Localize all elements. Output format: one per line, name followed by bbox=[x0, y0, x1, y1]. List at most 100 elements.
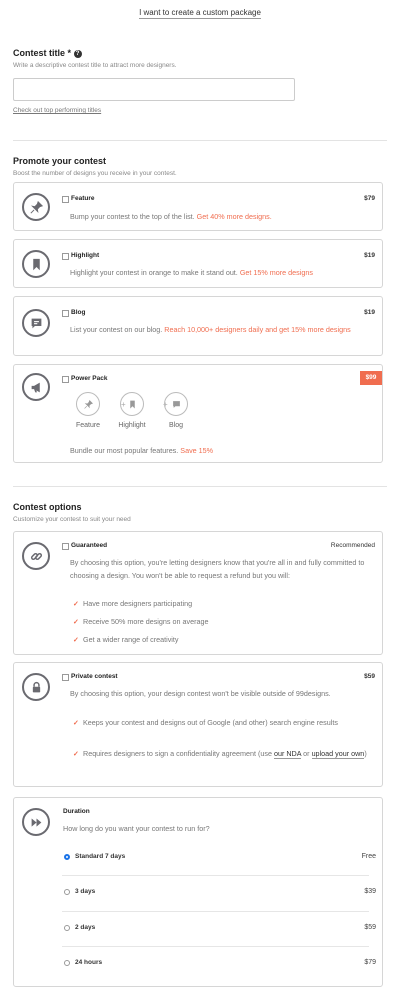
nda-link[interactable]: our NDA bbox=[273, 749, 302, 759]
pin-icon bbox=[76, 392, 100, 416]
power-pack-blog-label: Blog bbox=[168, 422, 183, 429]
private-check-1: ✓ Keeps your contest and designs out of G… bbox=[73, 718, 338, 727]
custom-package-link-text[interactable]: I want to create a custom package bbox=[139, 8, 261, 19]
private-contest-card[interactable]: Private contest $59 By choosing this opt… bbox=[13, 662, 383, 787]
megaphone-icon bbox=[22, 373, 50, 401]
guaranteed-card[interactable]: Guaranteed Recommended By choosing this … bbox=[13, 531, 383, 655]
blog-card[interactable]: Blog $19 List your contest on our blog. … bbox=[13, 296, 383, 356]
duration-title: Duration bbox=[63, 808, 90, 815]
feature-highlight: Get 40% more designs. bbox=[196, 212, 272, 221]
guaranteed-check-3: ✓ Get a wider range of creativity bbox=[73, 635, 179, 644]
duration-price-3days: $39 bbox=[364, 888, 376, 895]
power-pack-blog: Blog bbox=[154, 392, 198, 429]
guaranteed-check-1: ✓ Have more designers participating bbox=[73, 599, 193, 608]
promote-heading: Promote your contest bbox=[13, 156, 107, 166]
contest-title-helper: Write a descriptive contest title to att… bbox=[13, 62, 177, 69]
duration-radio-24hours[interactable] bbox=[64, 960, 70, 966]
power-pack-highlight: Save 15% bbox=[180, 446, 214, 455]
feature-price: $79 bbox=[364, 195, 375, 202]
highlight-desc: Highlight your contest in orange to make… bbox=[70, 266, 370, 279]
duration-label-2days: 2 days bbox=[75, 924, 96, 931]
bookmark-icon bbox=[22, 250, 50, 278]
duration-card: Duration How long do you want your conte… bbox=[13, 797, 383, 987]
options-subheading: Customize your contest to suit your need bbox=[13, 516, 131, 523]
guaranteed-check-1-text: Have more designers participating bbox=[83, 599, 193, 608]
private-check-2-close: ) bbox=[364, 749, 367, 758]
fast-forward-icon bbox=[22, 808, 50, 836]
link-icon bbox=[22, 542, 50, 570]
private-contest-price: $59 bbox=[364, 673, 375, 680]
power-pack-feature-label: Feature bbox=[75, 422, 101, 429]
guaranteed-desc: By choosing this option, you're letting … bbox=[70, 558, 365, 580]
power-pack-desc-text: Bundle our most popular features. bbox=[70, 446, 179, 455]
chat-icon bbox=[164, 392, 188, 416]
top-titles-link[interactable]: Check out top performing titles bbox=[13, 107, 101, 114]
duration-divider bbox=[62, 911, 369, 912]
private-check-2-text: Requires designers to sign a confidentia… bbox=[83, 749, 272, 758]
power-pack-highlight-label: Highlight bbox=[118, 422, 146, 429]
duration-label-3days: 3 days bbox=[75, 888, 96, 895]
pin-icon bbox=[22, 193, 50, 221]
power-pack-card[interactable]: Power Pack $99 Feature + Highlight + Blo… bbox=[13, 364, 383, 463]
chat-icon bbox=[22, 309, 50, 337]
contest-title-input[interactable] bbox=[13, 78, 295, 101]
blog-checkbox[interactable] bbox=[62, 310, 69, 317]
blog-price: $19 bbox=[364, 309, 375, 316]
contest-title-label-text: Contest title * bbox=[13, 48, 72, 58]
feature-checkbox[interactable] bbox=[62, 196, 69, 203]
question-circle-icon[interactable]: ? bbox=[73, 50, 82, 58]
duration-price-24hours: $79 bbox=[364, 959, 376, 966]
feature-desc: Bump your contest to the top of the list… bbox=[70, 210, 370, 223]
highlight-highlight: Get 15% more designs bbox=[239, 268, 313, 277]
guaranteed-check-3-text: Get a wider range of creativity bbox=[83, 635, 179, 644]
blog-desc-text: List your contest on our blog. bbox=[70, 325, 163, 334]
private-check-1-text: Keeps your contest and designs out of Go… bbox=[83, 718, 338, 727]
highlight-title: Highlight bbox=[71, 252, 100, 259]
private-check-2-or: or bbox=[303, 749, 310, 758]
power-pack-highlight: Highlight bbox=[110, 392, 154, 429]
power-pack-feature: Feature bbox=[66, 392, 110, 429]
highlight-price: $19 bbox=[364, 252, 375, 259]
feature-desc-text: Bump your contest to the top of the list… bbox=[70, 212, 195, 221]
options-heading: Contest options bbox=[13, 502, 82, 512]
duration-price-2days: $59 bbox=[364, 924, 376, 931]
duration-label-24hours: 24 hours bbox=[75, 959, 103, 966]
guaranteed-check-2: ✓ Receive 50% more designs on average bbox=[73, 617, 209, 626]
bookmark-icon bbox=[120, 392, 144, 416]
contest-title-label: Contest title * ? bbox=[13, 48, 82, 58]
blog-title: Blog bbox=[71, 309, 86, 316]
divider bbox=[13, 486, 387, 487]
lock-icon bbox=[22, 673, 50, 701]
private-check-2: ✓ Requires designers to sign a confidenti… bbox=[73, 749, 367, 759]
private-contest-title: Private contest bbox=[71, 673, 118, 680]
guaranteed-check-2-text: Receive 50% more designs on average bbox=[83, 617, 209, 626]
blog-highlight: Reach 10,000+ designers daily and get 15… bbox=[164, 325, 351, 334]
divider bbox=[13, 140, 387, 141]
duration-label-standard: Standard 7 days bbox=[75, 853, 126, 860]
feature-card[interactable]: Feature $79 Bump your contest to the top… bbox=[13, 182, 383, 231]
duration-radio-standard[interactable] bbox=[64, 854, 70, 860]
duration-question: How long do you want your contest to run… bbox=[63, 824, 210, 833]
guaranteed-title: Guaranteed bbox=[71, 542, 108, 549]
highlight-card[interactable]: Highlight $19 Highlight your contest in … bbox=[13, 239, 383, 288]
duration-radio-3days[interactable] bbox=[64, 889, 70, 895]
power-pack-checkbox[interactable] bbox=[62, 376, 69, 383]
power-pack-desc: Bundle our most popular features. Save 1… bbox=[70, 444, 370, 457]
feature-title: Feature bbox=[71, 195, 95, 202]
duration-price-standard: Free bbox=[361, 853, 376, 860]
highlight-desc-text: Highlight your contest in orange to make… bbox=[70, 268, 238, 277]
custom-package-link[interactable]: I want to create a custom package bbox=[0, 8, 400, 19]
upload-own-link[interactable]: upload your own bbox=[311, 749, 365, 759]
duration-radio-2days[interactable] bbox=[64, 925, 70, 931]
guaranteed-checkbox[interactable] bbox=[62, 543, 69, 550]
promote-subheading: Boost the number of designs you receive … bbox=[13, 170, 177, 177]
highlight-checkbox[interactable] bbox=[62, 253, 69, 260]
private-contest-checkbox[interactable] bbox=[62, 674, 69, 681]
blog-desc: List your contest on our blog. Reach 10,… bbox=[70, 323, 370, 336]
recommended-tag: Recommended bbox=[330, 542, 375, 549]
duration-divider bbox=[62, 946, 369, 947]
power-pack-title: Power Pack bbox=[71, 375, 108, 382]
private-contest-desc: By choosing this option, your design con… bbox=[70, 689, 331, 698]
power-pack-price-badge: $99 bbox=[360, 371, 382, 385]
duration-divider bbox=[62, 875, 369, 876]
